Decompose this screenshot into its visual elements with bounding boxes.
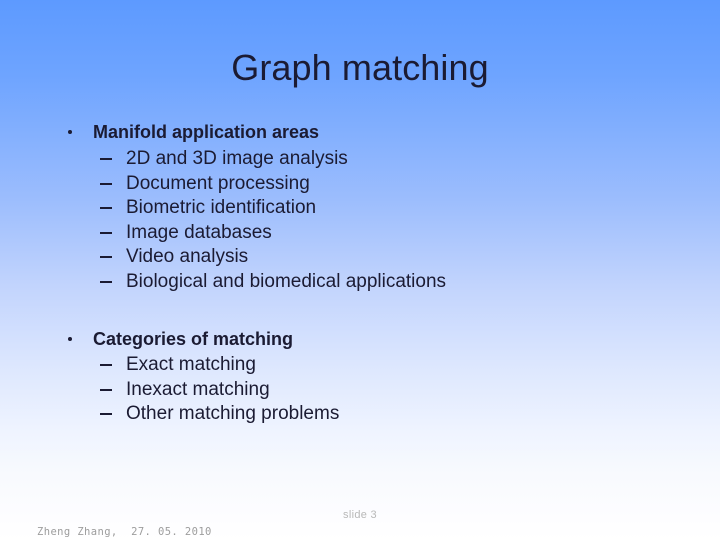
bullet-heading-label: Categories of matching [93, 329, 294, 349]
list-item-label: 2D and 3D image analysis [126, 148, 348, 169]
bullet-heading-label: Manifold application areas [93, 122, 320, 142]
list-item-label: Other matching problems [126, 403, 340, 424]
dash-bullet-icon [100, 413, 112, 415]
dash-bullet-icon [100, 207, 112, 209]
list-item: Inexact matching [56, 378, 676, 403]
list-item: Other matching problems [56, 402, 676, 427]
presentation-slide: Graph matching Manifold application area… [0, 0, 720, 540]
bullet-heading-categories-of-matching: Categories of matching [56, 327, 676, 352]
footer-author-line: Zheng Zhang, 27. 05. 2010 [37, 526, 212, 538]
sub-bullet-list: 2D and 3D image analysis Document proces… [56, 147, 676, 294]
list-item: Exact matching [56, 353, 676, 378]
list-item-label: Biometric identification [126, 197, 317, 218]
bullet-dot-icon [68, 337, 72, 341]
dash-bullet-icon [100, 182, 112, 185]
dash-bullet-icon [100, 388, 112, 391]
list-item: Image databases [56, 221, 676, 246]
content-block-manifold-application-areas: Manifold application areas 2D and 3D ima… [56, 120, 676, 294]
list-item-label: Document processing [126, 172, 310, 194]
dash-bullet-icon [100, 231, 112, 234]
slide-body: Manifold application areas 2D and 3D ima… [56, 120, 676, 427]
sub-bullet-list: Exact matching Inexact matching Other ma… [56, 353, 676, 427]
list-item: Document processing [56, 172, 676, 197]
list-item: Biometric identification [56, 196, 676, 221]
bullet-dot-icon [68, 130, 72, 134]
list-item: Biological and biomedical applications [56, 270, 676, 295]
dash-bullet-icon [100, 364, 112, 366]
list-item-label: Image databases [126, 221, 272, 243]
content-block-categories-of-matching: Categories of matching Exact matching In… [56, 327, 676, 427]
slide-number: slide 3 [343, 509, 377, 521]
list-item-label: Exact matching [126, 354, 256, 375]
list-item-label: Inexact matching [126, 378, 270, 400]
list-item-label: Biological and biomedical applications [126, 270, 447, 292]
dash-bullet-icon [100, 158, 112, 160]
page-title: Graph matching [231, 47, 489, 88]
list-item-label: Video analysis [126, 246, 249, 267]
list-item: Video analysis [56, 245, 676, 270]
dash-bullet-icon [100, 280, 112, 283]
bullet-heading-manifold-application-areas: Manifold application areas [56, 120, 676, 145]
list-item: 2D and 3D image analysis [56, 147, 676, 172]
dash-bullet-icon [100, 256, 112, 258]
